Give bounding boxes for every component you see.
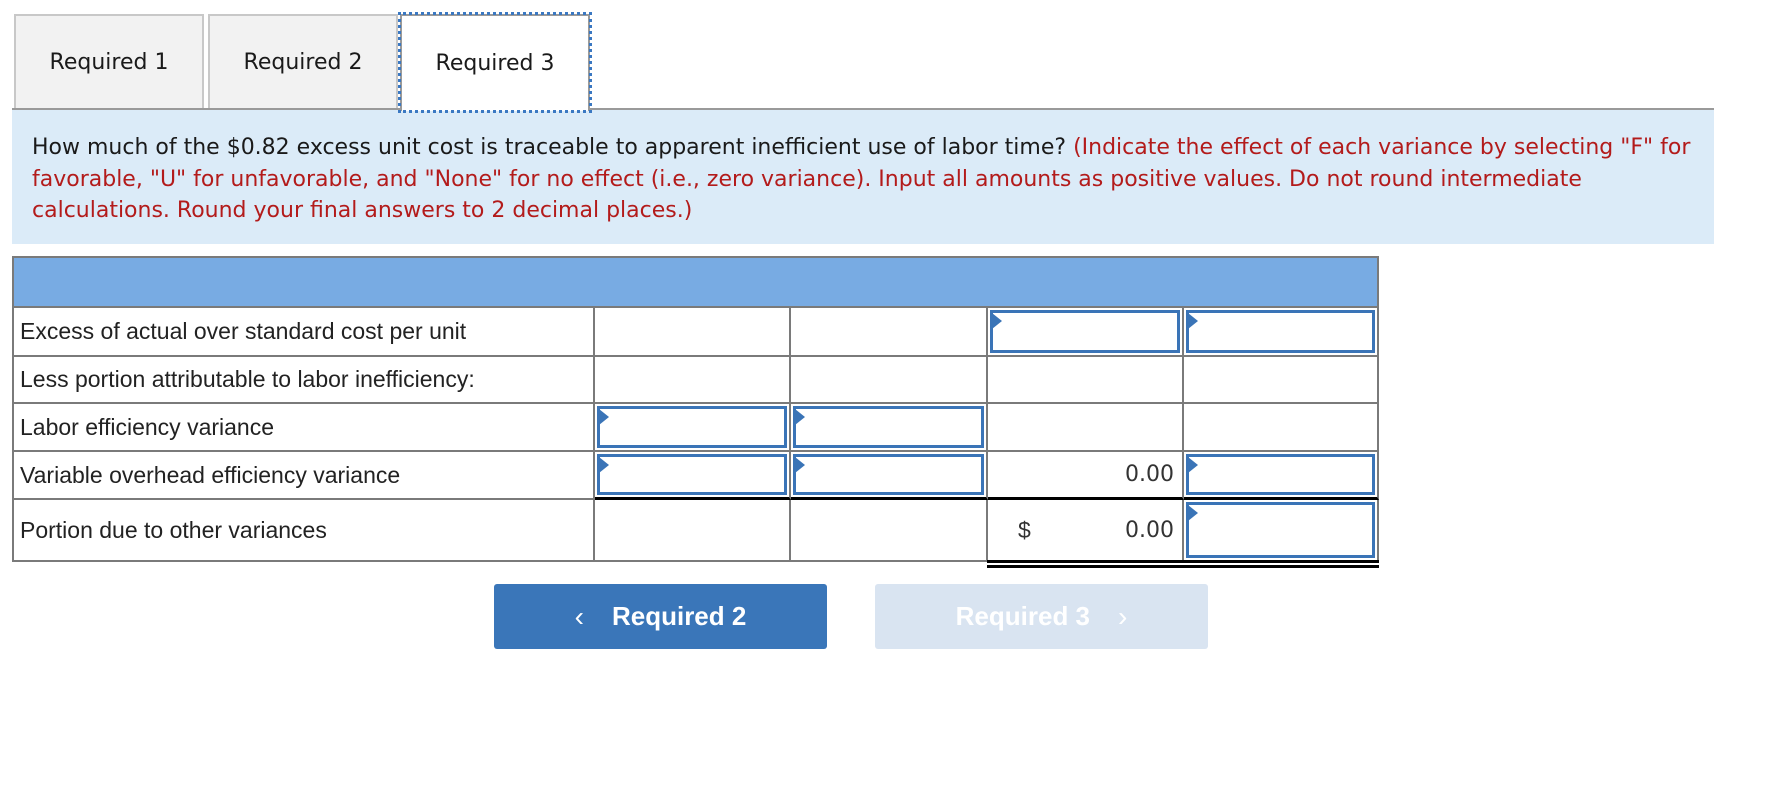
cell-amount	[988, 308, 1184, 357]
question-text: How much of the $0.82 excess unit cost i…	[32, 135, 1067, 160]
cell-empty	[1184, 357, 1379, 404]
tab-required-3[interactable]: Required 3	[398, 12, 592, 113]
table-row: Variable overhead efficiency variance 0.…	[12, 452, 1379, 500]
cell-empty	[595, 357, 791, 404]
row-label: Variable overhead efficiency variance	[12, 452, 595, 500]
tab-required-2[interactable]: Required 2	[208, 14, 398, 108]
row-label: Less portion attributable to labor ineff…	[12, 357, 595, 404]
cell-empty	[595, 500, 791, 562]
effect-dropdown[interactable]	[1186, 310, 1375, 353]
tab-label: Required 2	[243, 49, 363, 75]
cell-effect	[1184, 452, 1379, 500]
table-header	[12, 256, 1379, 308]
chevron-right-icon: ›	[1118, 600, 1128, 632]
labor-efficiency-effect-dropdown[interactable]	[793, 406, 984, 448]
other-variances-effect-dropdown[interactable]	[1186, 502, 1375, 558]
cell-amount	[595, 452, 791, 500]
cell-empty	[791, 308, 988, 357]
cell-empty	[595, 308, 791, 357]
computed-value: 0.00	[1125, 517, 1174, 543]
cell-total: $ 0.00	[987, 500, 1184, 568]
cell-effect	[1183, 500, 1379, 568]
cell-effect	[791, 452, 988, 500]
cell-empty	[988, 357, 1184, 404]
table-row: Excess of actual over standard cost per …	[12, 308, 1379, 357]
labor-efficiency-amount-input[interactable]	[597, 406, 787, 448]
table-row: Less portion attributable to labor ineff…	[12, 357, 1379, 404]
cell-effect	[791, 404, 988, 452]
question-banner: How much of the $0.82 excess unit cost i…	[12, 110, 1714, 244]
computed-value: 0.00	[1125, 462, 1174, 487]
tab-label: Required 3	[435, 51, 555, 76]
cell-empty	[1184, 404, 1379, 452]
cell-empty	[791, 500, 988, 562]
table-row: Labor efficiency variance	[12, 404, 1379, 452]
next-required-button[interactable]: Required 3 ›	[875, 584, 1208, 649]
answer-table: Excess of actual over standard cost per …	[12, 256, 1379, 568]
tab-required-1[interactable]: Required 1	[14, 14, 204, 108]
cell-effect	[1184, 308, 1379, 357]
previous-button-label: Required 2	[611, 601, 747, 631]
row-label: Portion due to other variances	[12, 500, 595, 562]
row-label: Excess of actual over standard cost per …	[12, 308, 595, 357]
cell-total: 0.00	[988, 452, 1184, 500]
cell-empty	[791, 357, 988, 404]
cell-empty	[988, 404, 1184, 452]
voh-efficiency-effect-dropdown[interactable]	[793, 454, 984, 495]
cell-amount	[595, 404, 791, 452]
voh-efficiency-amount-input[interactable]	[597, 454, 787, 495]
currency-symbol: $	[1018, 516, 1031, 543]
amount-input[interactable]	[990, 310, 1180, 353]
next-button-label: Required 3	[955, 601, 1091, 631]
total-effect-dropdown[interactable]	[1186, 454, 1375, 495]
previous-required-button[interactable]: ‹ Required 2	[494, 584, 827, 649]
chevron-left-icon: ‹	[574, 600, 584, 632]
row-label: Labor efficiency variance	[12, 404, 595, 452]
tab-label: Required 1	[49, 49, 169, 75]
table-row: Portion due to other variances $ 0.00	[12, 500, 1379, 568]
